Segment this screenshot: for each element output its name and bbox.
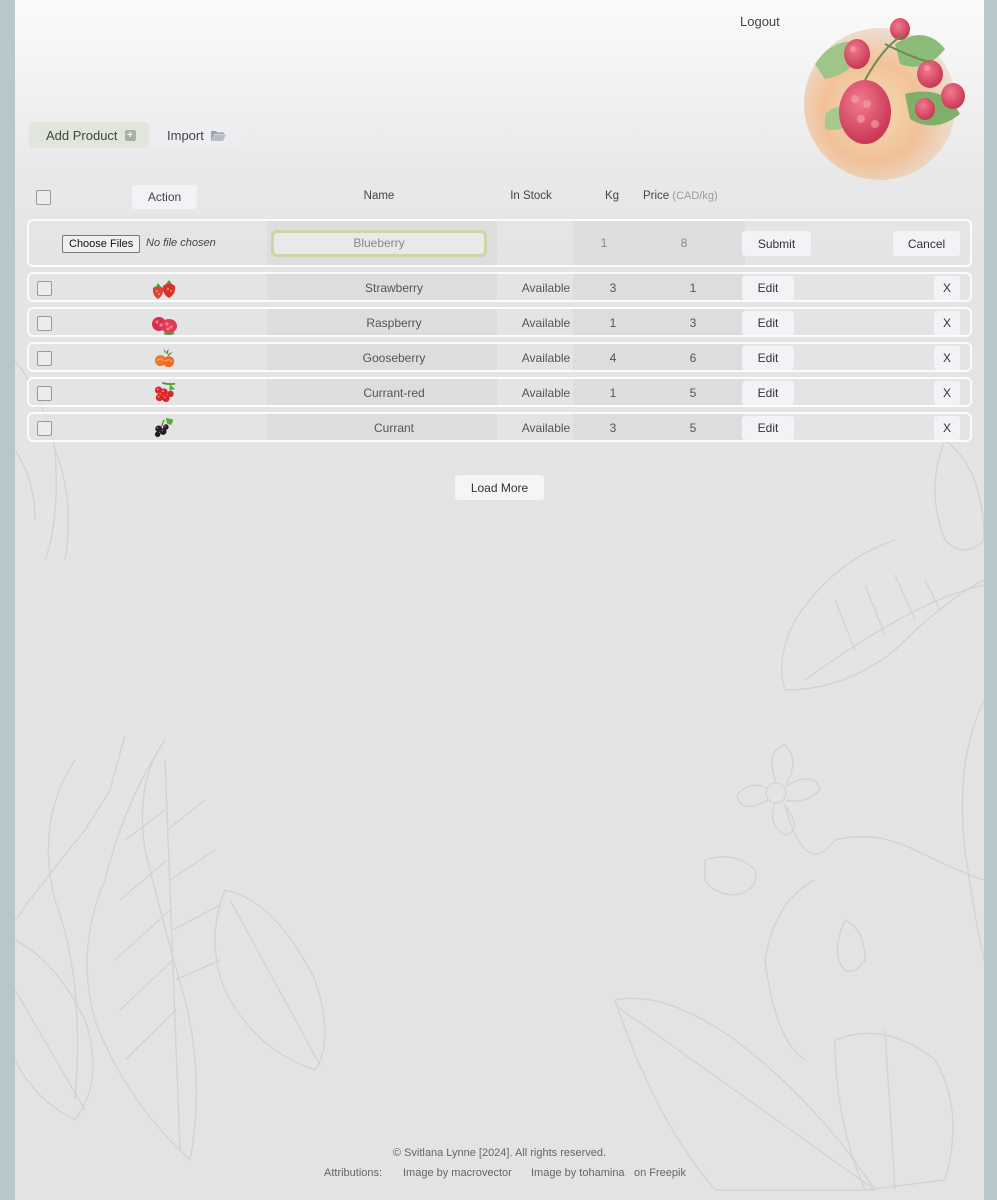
row-checkbox[interactable] [37, 281, 52, 296]
edit-button[interactable]: Edit [742, 276, 794, 300]
kg-value: 3 [609, 281, 617, 295]
product-name: Currant-red [363, 386, 425, 400]
plus-icon: + [124, 129, 136, 141]
in-stock-header: In Stock [510, 190, 552, 202]
choose-files-button[interactable]: Choose Files [62, 235, 141, 253]
kg-input[interactable]: 1 [589, 236, 619, 250]
edit-button[interactable]: Edit [742, 416, 794, 440]
row-checkbox[interactable] [37, 351, 52, 366]
file-status: No file chosen [146, 237, 216, 249]
stock-status: Available [521, 386, 571, 400]
attribution-link-tohamina[interactable]: Image by tohamina [531, 1167, 625, 1179]
add-product-button[interactable]: Add Product + [29, 122, 149, 148]
kg-value: 1 [609, 316, 617, 330]
price-header: Price (CAD/kg) [643, 190, 743, 202]
page: Logout Add Product + Import Action Name … [15, 0, 984, 1200]
table-row: Gooseberry Available 4 6 Edit X [27, 342, 972, 372]
name-header: Name [363, 190, 395, 202]
price-header-label: Price [643, 190, 670, 202]
price-value: 5 [689, 386, 697, 400]
price-value: 3 [689, 316, 697, 330]
kg-header: Kg [604, 190, 620, 202]
table-row: Currant-red Available 1 5 Edit X [27, 377, 972, 407]
stock-status: Available [521, 281, 571, 295]
action-header: Action [132, 185, 197, 209]
black-currant-icon [154, 417, 174, 438]
raspberry-icon [152, 317, 177, 335]
kg-value: 3 [609, 421, 617, 435]
attribution-link-macrovector[interactable]: Image by macrovector [403, 1167, 512, 1179]
strawberry-icon [152, 280, 176, 299]
edit-button[interactable]: Edit [742, 381, 794, 405]
table-row: Raspberry Available 1 3 Edit X [27, 307, 972, 337]
raspberry-logo [804, 18, 965, 180]
select-all-checkbox[interactable] [36, 190, 51, 205]
table-row: Strawberry Available 3 1 Edit X [27, 272, 972, 302]
import-button[interactable]: Import [152, 122, 239, 148]
table-row: Currant Available 3 5 Edit X [27, 412, 972, 442]
load-more-button[interactable]: Load More [455, 475, 544, 500]
copyright-text: © Svitlana Lynne [2024]. All rights rese… [392, 1147, 607, 1159]
price-value: 6 [689, 351, 697, 365]
product-name-input[interactable]: Blueberry [271, 230, 487, 257]
delete-button[interactable]: X [934, 381, 960, 405]
product-name: Raspberry [366, 316, 422, 330]
delete-button[interactable]: X [934, 276, 960, 300]
cancel-button[interactable]: Cancel [893, 231, 960, 256]
stock-status: Available [521, 421, 571, 435]
kg-value: 4 [609, 351, 617, 365]
attribution-link-freepik[interactable]: on Freepik [634, 1167, 686, 1179]
red-currant-icon [154, 381, 176, 403]
delete-button[interactable]: X [934, 416, 960, 440]
product-name: Strawberry [364, 281, 423, 295]
import-label: Import [167, 127, 204, 143]
price-value: 1 [689, 281, 697, 295]
attributions-label: Attributions: [324, 1167, 383, 1179]
price-value: 5 [689, 421, 697, 435]
edit-product-row: Choose Files No file chosen Blueberry 1 … [27, 219, 972, 267]
price-input[interactable]: 8 [669, 236, 699, 250]
add-product-label: Add Product [46, 127, 118, 143]
stock-status: Available [521, 316, 571, 330]
folder-open-icon [210, 130, 226, 141]
delete-button[interactable]: X [934, 346, 960, 370]
row-checkbox[interactable] [37, 386, 52, 401]
price-unit-label: (CAD/kg) [672, 190, 718, 202]
row-checkbox[interactable] [37, 421, 52, 436]
stock-status: Available [521, 351, 571, 365]
edit-button[interactable]: Edit [742, 311, 794, 335]
delete-button[interactable]: X [934, 311, 960, 335]
product-name: Currant [373, 421, 414, 435]
product-name: Gooseberry [362, 351, 426, 365]
submit-button[interactable]: Submit [742, 231, 811, 256]
gooseberry-icon [154, 347, 175, 368]
edit-button[interactable]: Edit [742, 346, 794, 370]
row-checkbox[interactable] [37, 316, 52, 331]
kg-value: 1 [609, 386, 617, 400]
logout-link[interactable]: Logout [740, 14, 780, 29]
